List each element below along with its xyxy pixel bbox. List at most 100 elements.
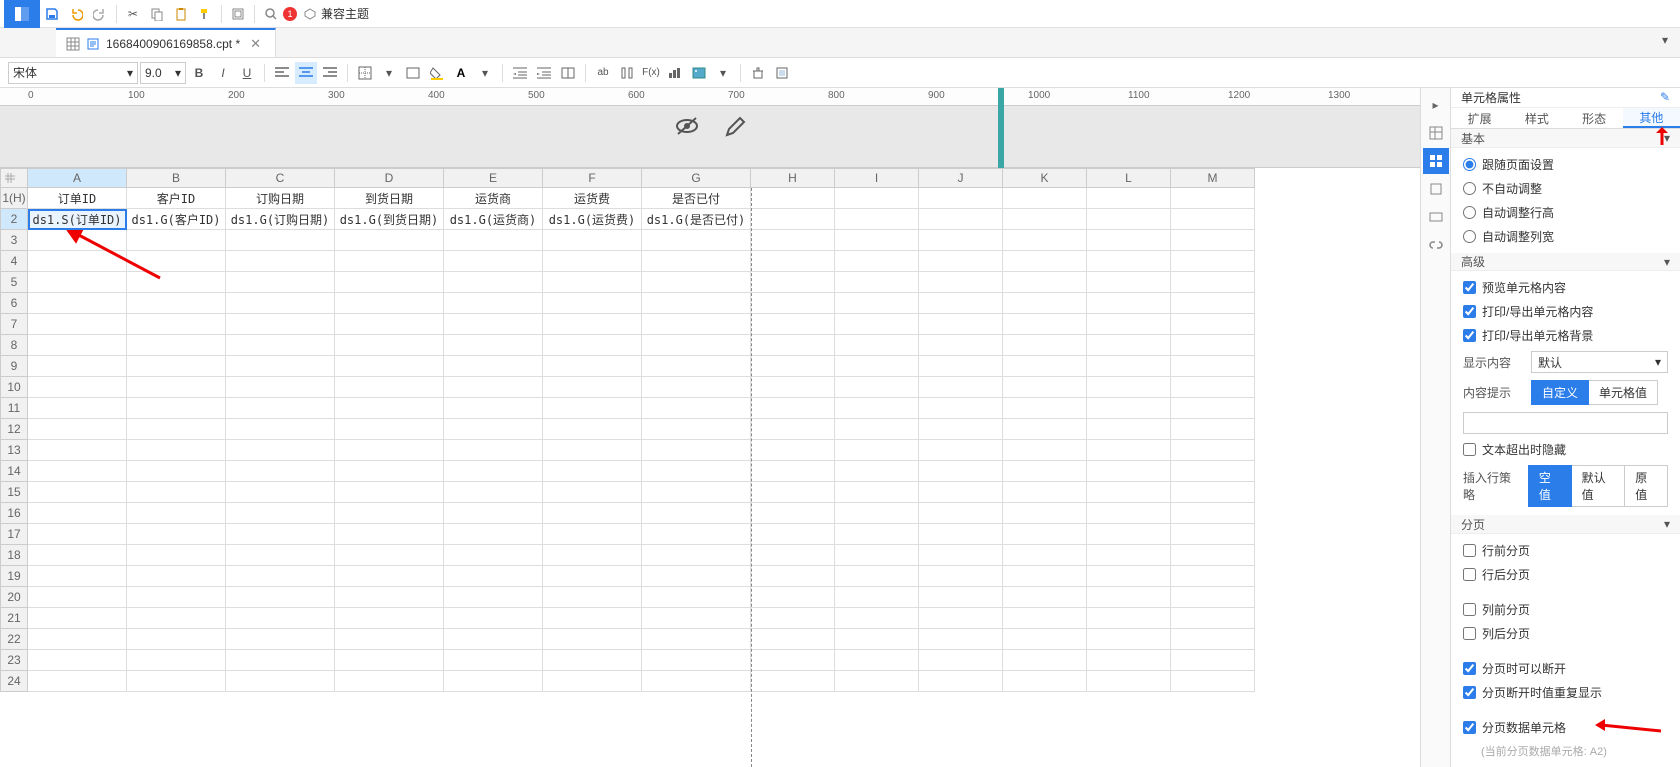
col-header[interactable]: I (835, 168, 919, 188)
cell[interactable]: ds1.G(是否已付) (642, 209, 751, 230)
cell[interactable] (1003, 482, 1087, 503)
cell[interactable] (28, 545, 127, 566)
row-header[interactable]: 6 (0, 293, 28, 314)
cell[interactable] (642, 482, 751, 503)
cell[interactable] (127, 272, 226, 293)
cell[interactable] (835, 335, 919, 356)
font-color-icon[interactable]: A (450, 62, 472, 84)
cell[interactable] (226, 377, 335, 398)
cell[interactable] (1087, 440, 1171, 461)
cell[interactable]: 订单ID (28, 188, 127, 209)
cell[interactable] (543, 671, 642, 692)
cell[interactable] (835, 524, 919, 545)
visibility-icon[interactable] (674, 116, 700, 138)
row-header[interactable]: 1(H) (0, 188, 28, 209)
cell[interactable] (444, 650, 543, 671)
settings-icon[interactable] (226, 2, 250, 26)
cell[interactable] (1003, 461, 1087, 482)
props-tab[interactable]: 形态 (1566, 108, 1623, 128)
cell[interactable] (835, 440, 919, 461)
cell[interactable] (919, 335, 1003, 356)
cell[interactable] (127, 314, 226, 335)
cell[interactable]: ds1.S(订单ID) (28, 209, 127, 230)
section-basic[interactable]: 基本▾ (1451, 129, 1680, 148)
cell[interactable] (444, 230, 543, 251)
cell[interactable] (127, 251, 226, 272)
section-pagination[interactable]: 分页▾ (1451, 515, 1680, 534)
cell[interactable] (642, 671, 751, 692)
row-header[interactable]: 9 (0, 356, 28, 377)
cell[interactable] (919, 629, 1003, 650)
cell[interactable] (1171, 251, 1255, 272)
cell[interactable] (543, 608, 642, 629)
cell[interactable] (642, 398, 751, 419)
cell[interactable] (1171, 188, 1255, 209)
cell[interactable] (1003, 587, 1087, 608)
cell[interactable] (751, 398, 835, 419)
cell[interactable] (919, 608, 1003, 629)
cell[interactable] (226, 587, 335, 608)
basic-radio[interactable]: 不自动调整 (1463, 180, 1668, 197)
cell[interactable] (226, 335, 335, 356)
cell[interactable] (1003, 524, 1087, 545)
cell[interactable] (919, 587, 1003, 608)
edit-icon[interactable] (724, 116, 746, 138)
cell[interactable] (335, 545, 444, 566)
cell[interactable] (751, 293, 835, 314)
cell[interactable] (543, 314, 642, 335)
row-header[interactable]: 13 (0, 440, 28, 461)
cell[interactable]: 运货商 (444, 188, 543, 209)
cell[interactable] (751, 356, 835, 377)
condition-icon[interactable] (1423, 204, 1449, 230)
data-icon[interactable] (1423, 120, 1449, 146)
chk-col-before[interactable]: 列前分页 (1463, 601, 1668, 618)
cell[interactable] (226, 230, 335, 251)
cell[interactable] (226, 419, 335, 440)
panel-collapse-icon[interactable]: ✎ (1660, 90, 1670, 104)
cell[interactable] (335, 440, 444, 461)
cell[interactable] (1171, 503, 1255, 524)
cell[interactable] (751, 377, 835, 398)
row-header[interactable]: 14 (0, 461, 28, 482)
cell[interactable] (226, 629, 335, 650)
cell[interactable] (335, 650, 444, 671)
cell[interactable] (335, 503, 444, 524)
cell[interactable] (1003, 314, 1087, 335)
cell[interactable] (1171, 524, 1255, 545)
font-select[interactable]: 宋体▾ (8, 62, 138, 84)
cell[interactable] (919, 503, 1003, 524)
cell[interactable] (642, 461, 751, 482)
cell[interactable] (543, 440, 642, 461)
chevron-down-icon[interactable]: ▾ (712, 62, 734, 84)
cell[interactable] (835, 356, 919, 377)
row-header[interactable]: 22 (0, 629, 28, 650)
bold-icon[interactable]: B (188, 62, 210, 84)
cell[interactable] (543, 545, 642, 566)
cell[interactable] (1003, 293, 1087, 314)
cell[interactable] (919, 314, 1003, 335)
cell[interactable] (28, 461, 127, 482)
cell[interactable] (335, 356, 444, 377)
row-header[interactable]: 4 (0, 251, 28, 272)
cell[interactable] (28, 272, 127, 293)
cell[interactable] (28, 314, 127, 335)
cell[interactable] (444, 377, 543, 398)
cell[interactable] (1003, 251, 1087, 272)
cell[interactable] (919, 566, 1003, 587)
cell[interactable] (335, 461, 444, 482)
cell[interactable] (543, 251, 642, 272)
cell-format-icon[interactable] (557, 62, 579, 84)
link-icon[interactable] (1423, 232, 1449, 258)
cell[interactable] (1087, 419, 1171, 440)
cell[interactable] (1087, 566, 1171, 587)
chk-overflow-hide[interactable]: 文本超出时隐藏 (1463, 441, 1668, 458)
cell[interactable] (642, 377, 751, 398)
cell[interactable] (835, 482, 919, 503)
cell[interactable] (919, 440, 1003, 461)
cell[interactable] (226, 251, 335, 272)
cell[interactable] (642, 440, 751, 461)
cell[interactable]: ds1.G(运货商) (444, 209, 543, 230)
cell[interactable] (127, 377, 226, 398)
cell[interactable] (444, 314, 543, 335)
cell[interactable] (444, 629, 543, 650)
